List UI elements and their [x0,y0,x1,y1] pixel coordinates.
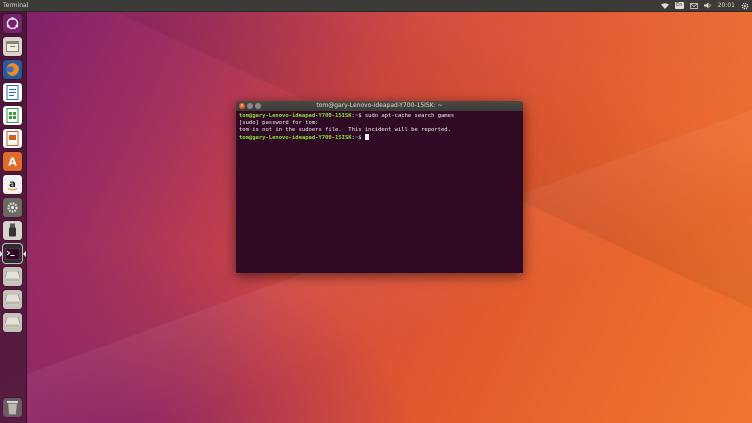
dash-icon[interactable] [3,14,22,33]
impress-icon[interactable] [3,129,22,148]
focus-indicator [23,251,26,257]
terminal-window[interactable]: × tom@gary-Lenovo-ideapad-Y700-15ISK: ~ … [236,101,523,273]
usb-creator-icon[interactable] [3,221,22,240]
launcher: A a [0,11,27,423]
close-icon[interactable]: × [239,103,245,109]
prompt-user: tom@gary-Lenovo-ideapad-Y700-15ISK [239,135,352,141]
calc-icon[interactable] [3,106,22,125]
active-app-title: Terminal [3,2,29,9]
drive-icon[interactable] [3,313,22,332]
drive-icon[interactable] [3,290,22,309]
drive-icon[interactable] [3,267,22,286]
terminal-line: tom@gary-Lenovo-ideapad-Y700-15ISK:~$ su… [239,113,520,120]
writer-icon[interactable] [3,83,22,102]
terminal-output[interactable]: tom@gary-Lenovo-ideapad-Y700-15ISK:~$ su… [236,111,523,273]
maximize-icon[interactable] [255,103,261,109]
svg-text:A: A [8,156,17,169]
gear-icon[interactable] [741,0,749,11]
terminal-line: tom@gary-Lenovo-ideapad-Y700-15ISK:~$ [239,134,520,142]
text-cursor [364,134,369,140]
amazon-icon[interactable]: a [3,175,22,194]
keyboard-layout-icon[interactable]: En [674,0,684,11]
terminal-icon[interactable] [3,244,22,263]
mail-icon[interactable] [689,0,698,11]
keyboard-layout-label: En [674,2,684,9]
window-controls: × [239,103,261,109]
clock[interactable]: 20:01 [718,0,735,11]
terminal-title: tom@gary-Lenovo-ideapad-Y700-15ISK: ~ [316,102,443,109]
minimize-icon[interactable] [247,103,253,109]
command-text: $ [358,135,365,141]
wifi-icon[interactable] [660,2,669,9]
svg-text:a: a [9,179,16,190]
trash-icon[interactable] [3,398,22,417]
terminal-line: [sudo] password for tom: [239,120,319,126]
indicator-area: En 20:01 [660,0,749,11]
prompt-user: tom@gary-Lenovo-ideapad-Y700-15ISK [239,113,352,119]
system-settings-icon[interactable] [3,198,22,217]
files-icon[interactable] [3,37,22,56]
command-text: $ sudo apt-cache search games [358,113,455,119]
firefox-icon[interactable] [3,60,22,79]
software-center-icon[interactable]: A [3,152,22,171]
terminal-line: tom is not in the sudoers file. This inc… [239,127,451,133]
terminal-titlebar[interactable]: × tom@gary-Lenovo-ideapad-Y700-15ISK: ~ [236,101,523,111]
top-panel: Terminal En 20:01 [0,0,752,12]
volume-icon[interactable] [703,0,712,11]
